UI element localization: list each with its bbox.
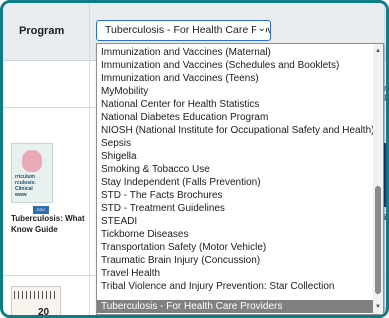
- dropdown-option[interactable]: Traumatic Brain Injury (Concussion): [97, 254, 374, 267]
- dropdown-option[interactable]: Tribal Violence and Injury Prevention: S…: [97, 280, 374, 293]
- dropdown-option[interactable]: National Center for Health Statistics: [97, 98, 374, 111]
- dropdown-option-selected[interactable]: Tuberculosis - For Health Care Providers: [97, 300, 374, 313]
- dropdown-option[interactable]: Transportation Safety (Motor Vehicle): [97, 241, 374, 254]
- dropdown-scrollbar[interactable]: ▲ ▼: [373, 44, 383, 314]
- dropdown-option[interactable]: Tickborne Diseases: [97, 228, 374, 241]
- dropdown-option[interactable]: Immunization and Vaccines (Maternal): [97, 46, 374, 59]
- dropdown-option[interactable]: Travel Health: [97, 267, 374, 280]
- thumbnail-text: rriculum rculosis: Clinical www: [15, 174, 36, 198]
- column-divider: [89, 3, 90, 315]
- dropdown-option[interactable]: Stay Independent (Falls Prevention): [97, 176, 374, 189]
- dropdown-option[interactable]: NIOSH (National Institute for Occupation…: [97, 124, 374, 137]
- ruler-thumbnail[interactable]: 20: [11, 286, 61, 318]
- ruler-ticks: [14, 291, 58, 299]
- dropdown-option[interactable]: STEADI: [97, 215, 374, 228]
- dropdown-option[interactable]: National Diabetes Education Program: [97, 111, 374, 124]
- program-dropdown-list[interactable]: Immunization and Vaccines (Maternal) Imm…: [96, 43, 384, 315]
- program-select-value: Tuberculosis - For Health Care Provic: [105, 24, 271, 36]
- resource-thumbnail[interactable]: rriculum rculosis: Clinical www: [11, 143, 53, 203]
- dropdown-option[interactable]: MyMobility: [97, 85, 374, 98]
- dropdown-option[interactable]: Immunization and Vaccines (Teens): [97, 72, 374, 85]
- triangle-down-icon[interactable]: ▼: [373, 302, 383, 312]
- chevron-down-icon: ⌄: [255, 23, 266, 34]
- dropdown-option[interactable]: STD - Treatment Guidelines: [97, 202, 374, 215]
- dropdown-option[interactable]: Smoking & Tobacco Use: [97, 163, 374, 176]
- ruler-number: 20: [38, 307, 50, 318]
- page-frame: Program Tuberculosis - For Health Care P…: [0, 0, 389, 318]
- program-filter-label: Program: [19, 25, 65, 37]
- dropdown-option[interactable]: STD - The Facts Brochures: [97, 189, 374, 202]
- right-edge-text: r P: [384, 83, 387, 103]
- resource-title[interactable]: in: [384, 213, 386, 222]
- lung-icon: [22, 150, 42, 172]
- scrollbar-thumb[interactable]: [375, 186, 381, 294]
- resource-title[interactable]: Tuberculosis: What Know Guide: [11, 213, 91, 235]
- program-select[interactable]: Tuberculosis - For Health Care Provic ⌄: [96, 20, 271, 41]
- dropdown-option[interactable]: Shigella: [97, 150, 374, 163]
- dropdown-option[interactable]: Immunization and Vaccines (Schedules and…: [97, 59, 374, 72]
- triangle-up-icon[interactable]: ▲: [373, 46, 383, 56]
- dropdown-option[interactable]: Sepsis: [97, 137, 374, 150]
